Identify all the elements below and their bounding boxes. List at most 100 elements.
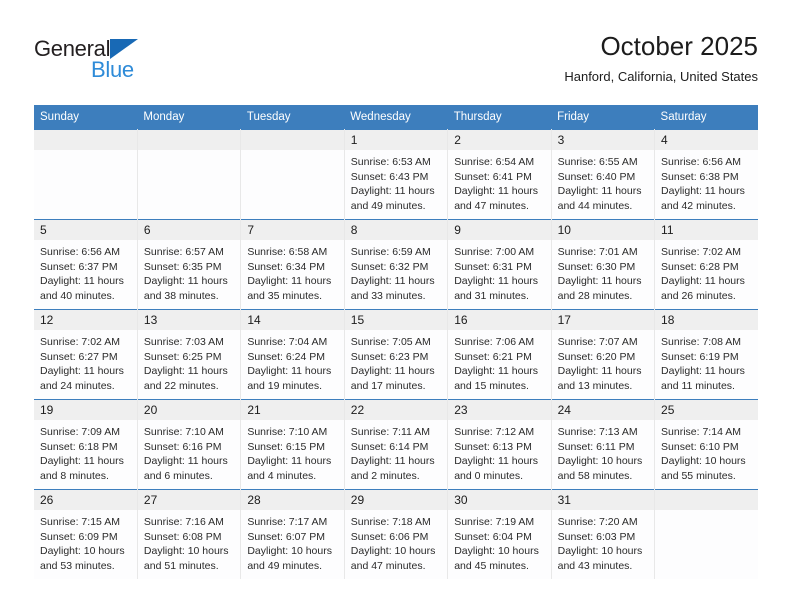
sunrise-text: Sunrise: 7:12 AM <box>454 426 535 438</box>
calendar-day-cell[interactable]: 8 Sunrise: 6:59 AM Sunset: 6:32 PM Daylight… <box>344 219 449 310</box>
calendar-day-cell[interactable]: 29 Sunrise: 7:18 AM Sunset: 6:06 PM Dayligh… <box>344 489 449 580</box>
calendar-day-cell[interactable]: 12 Sunrise: 7:02 AM Sunset: 6:27 PM Dayligh… <box>34 309 138 400</box>
sunset-text: Sunset: 6:18 PM <box>40 440 118 453</box>
calendar-day-cell[interactable]: 22 Sunrise: 7:11 AM Sunset: 6:14 PM Dayligh… <box>344 399 449 490</box>
day-number: 31 <box>551 490 655 510</box>
sunset-text: Sunset: 6:31 PM <box>454 260 532 273</box>
daylight-text-line2: and 53 minutes. <box>40 559 115 572</box>
sunset-text: Sunset: 6:21 PM <box>454 350 532 363</box>
day-details: Sunrise: 7:18 AM Sunset: 6:06 PM Daylight:… <box>345 510 447 573</box>
weekday-header-friday: Friday <box>551 105 655 130</box>
sunset-text: Sunset: 6:04 PM <box>454 530 532 543</box>
daylight-text-line2: and 35 minutes. <box>247 289 323 302</box>
calendar-day-cell[interactable]: 1 Sunrise: 6:53 AM Sunset: 6:43 PM Daylight… <box>344 129 449 220</box>
calendar-day-cell-empty <box>654 489 758 580</box>
sunset-text: Sunset: 6:43 PM <box>350 170 429 183</box>
daylight-text-line1: Daylight: 11 hours <box>454 185 539 198</box>
calendar-day-cell[interactable]: 28 Sunrise: 7:17 AM Sunset: 6:07 PM Dayligh… <box>240 489 345 580</box>
day-details: Sunrise: 6:54 AM Sunset: 6:41 PM Daylight:… <box>448 150 550 213</box>
calendar-day-cell[interactable]: 26 Sunrise: 7:15 AM Sunset: 6:09 PM Dayligh… <box>34 489 138 580</box>
calendar-day-cell[interactable]: 9 Sunrise: 7:00 AM Sunset: 6:31 PM Daylight… <box>447 219 552 310</box>
sunrise-text: Sunrise: 7:18 AM <box>350 516 431 528</box>
calendar-day-cell[interactable]: 6 Sunrise: 6:57 AM Sunset: 6:35 PM Daylight… <box>137 219 242 310</box>
calendar-day-cell[interactable]: 16 Sunrise: 7:06 AM Sunset: 6:21 PM Dayligh… <box>447 309 552 400</box>
daylight-text-line2: and 58 minutes. <box>557 469 633 482</box>
calendar-day-cell[interactable]: 30 Sunrise: 7:19 AM Sunset: 6:04 PM Dayligh… <box>447 489 552 580</box>
sunset-text: Sunset: 6:20 PM <box>557 350 636 363</box>
sunset-text: Sunset: 6:41 PM <box>454 170 532 183</box>
day-details: Sunrise: 6:57 AM Sunset: 6:35 PM Daylight:… <box>138 240 240 303</box>
calendar-day-cell[interactable]: 2 Sunrise: 6:54 AM Sunset: 6:41 PM Daylight… <box>447 129 552 220</box>
calendar-day-cell[interactable]: 14 Sunrise: 7:04 AM Sunset: 6:24 PM Dayligh… <box>240 309 345 400</box>
calendar-day-cell[interactable]: 13 Sunrise: 7:03 AM Sunset: 6:25 PM Dayligh… <box>137 309 242 400</box>
day-number: 29 <box>344 490 448 510</box>
sunset-text: Sunset: 6:35 PM <box>143 260 222 273</box>
day-details: Sunrise: 6:59 AM Sunset: 6:32 PM Daylight:… <box>345 240 447 303</box>
logo-text-blue: Blue <box>91 57 134 82</box>
daylight-text-line1: Daylight: 11 hours <box>143 365 228 378</box>
calendar-day-cell[interactable]: 25 Sunrise: 7:14 AM Sunset: 6:10 PM Dayligh… <box>654 399 758 490</box>
day-number: 13 <box>137 310 241 330</box>
daylight-text-line2: and 0 minutes. <box>454 469 524 482</box>
daylight-text-line2: and 22 minutes. <box>143 379 219 392</box>
general-blue-logo[interactable]: General Blue <box>34 36 254 88</box>
calendar-day-cell[interactable]: 31 Sunrise: 7:20 AM Sunset: 6:03 PM Dayligh… <box>551 489 656 580</box>
daylight-text-line1: Daylight: 11 hours <box>557 365 642 378</box>
calendar-week-row: 26 Sunrise: 7:15 AM Sunset: 6:09 PM Dayligh… <box>34 489 758 580</box>
calendar-day-cell[interactable]: 23 Sunrise: 7:12 AM Sunset: 6:13 PM Dayligh… <box>447 399 552 490</box>
calendar-day-cell[interactable]: 4 Sunrise: 6:56 AM Sunset: 6:38 PM Daylight… <box>654 129 758 220</box>
day-details: Sunrise: 7:16 AM Sunset: 6:08 PM Daylight:… <box>138 510 240 573</box>
calendar-day-cell[interactable]: 17 Sunrise: 7:07 AM Sunset: 6:20 PM Dayligh… <box>551 309 656 400</box>
daylight-text-line2: and 24 minutes. <box>40 379 115 392</box>
calendar-day-cell[interactable]: 3 Sunrise: 6:55 AM Sunset: 6:40 PM Daylight… <box>551 129 656 220</box>
sunrise-text: Sunrise: 6:56 AM <box>661 156 741 168</box>
day-number: 4 <box>655 130 758 150</box>
daylight-text-line1: Daylight: 11 hours <box>247 365 332 378</box>
calendar-day-cell[interactable]: 10 Sunrise: 7:01 AM Sunset: 6:30 PM Dayligh… <box>551 219 656 310</box>
weekday-header-sunday: Sunday <box>34 105 138 130</box>
calendar-day-cell[interactable]: 27 Sunrise: 7:16 AM Sunset: 6:08 PM Dayligh… <box>137 489 242 580</box>
daylight-text-line2: and 13 minutes. <box>557 379 633 392</box>
sunset-text: Sunset: 6:37 PM <box>40 260 118 273</box>
daylight-text-line1: Daylight: 11 hours <box>350 455 435 468</box>
day-details: Sunrise: 7:15 AM Sunset: 6:09 PM Daylight:… <box>34 510 137 573</box>
sunset-text: Sunset: 6:34 PM <box>247 260 325 273</box>
day-details: Sunrise: 6:58 AM Sunset: 6:34 PM Daylight:… <box>241 240 343 303</box>
calendar-day-cell[interactable]: 21 Sunrise: 7:10 AM Sunset: 6:15 PM Dayligh… <box>240 399 345 490</box>
sunrise-text: Sunrise: 7:00 AM <box>454 246 535 258</box>
daylight-text-line2: and 49 minutes. <box>247 559 323 572</box>
sunrise-text: Sunrise: 6:56 AM <box>40 246 120 258</box>
day-details: Sunrise: 7:10 AM Sunset: 6:15 PM Daylight:… <box>241 420 343 483</box>
calendar-day-cell[interactable]: 7 Sunrise: 6:58 AM Sunset: 6:34 PM Daylight… <box>240 219 345 310</box>
calendar-day-cell[interactable]: 11 Sunrise: 7:02 AM Sunset: 6:28 PM Dayligh… <box>654 219 758 310</box>
sunrise-text: Sunrise: 7:02 AM <box>661 246 741 258</box>
day-number <box>655 490 758 510</box>
sunrise-text: Sunrise: 7:02 AM <box>40 336 120 348</box>
day-number: 23 <box>448 400 551 420</box>
daylight-text-line1: Daylight: 11 hours <box>661 275 745 288</box>
calendar-day-cell[interactable]: 24 Sunrise: 7:13 AM Sunset: 6:11 PM Dayligh… <box>551 399 656 490</box>
day-number: 30 <box>448 490 551 510</box>
day-details: Sunrise: 7:19 AM Sunset: 6:04 PM Daylight:… <box>448 510 550 573</box>
day-details: Sunrise: 7:03 AM Sunset: 6:25 PM Daylight:… <box>138 330 240 393</box>
calendar-day-cell[interactable]: 19 Sunrise: 7:09 AM Sunset: 6:18 PM Dayligh… <box>34 399 138 490</box>
calendar-day-cell[interactable]: 20 Sunrise: 7:10 AM Sunset: 6:16 PM Dayligh… <box>137 399 242 490</box>
day-details: Sunrise: 7:10 AM Sunset: 6:16 PM Daylight:… <box>138 420 240 483</box>
sunset-text: Sunset: 6:16 PM <box>143 440 222 453</box>
day-number: 17 <box>551 310 655 330</box>
daylight-text-line1: Daylight: 11 hours <box>557 275 642 288</box>
daylight-text-line2: and 28 minutes. <box>557 289 633 302</box>
calendar-day-cell[interactable]: 18 Sunrise: 7:08 AM Sunset: 6:19 PM Dayligh… <box>654 309 758 400</box>
day-number: 6 <box>137 220 241 240</box>
day-number <box>241 130 344 150</box>
sunset-text: Sunset: 6:32 PM <box>350 260 429 273</box>
day-number: 8 <box>344 220 448 240</box>
daylight-text-line2: and 4 minutes. <box>247 469 317 482</box>
daylight-text-line1: Daylight: 10 hours <box>247 545 332 558</box>
sunset-text: Sunset: 6:23 PM <box>350 350 429 363</box>
calendar-day-cell[interactable]: 15 Sunrise: 7:05 AM Sunset: 6:23 PM Dayligh… <box>344 309 449 400</box>
day-details: Sunrise: 7:04 AM Sunset: 6:24 PM Daylight:… <box>241 330 343 393</box>
calendar-day-cell[interactable]: 5 Sunrise: 6:56 AM Sunset: 6:37 PM Daylight… <box>34 219 138 310</box>
sunrise-text: Sunrise: 6:55 AM <box>557 156 638 168</box>
sunrise-text: Sunrise: 6:53 AM <box>350 156 431 168</box>
